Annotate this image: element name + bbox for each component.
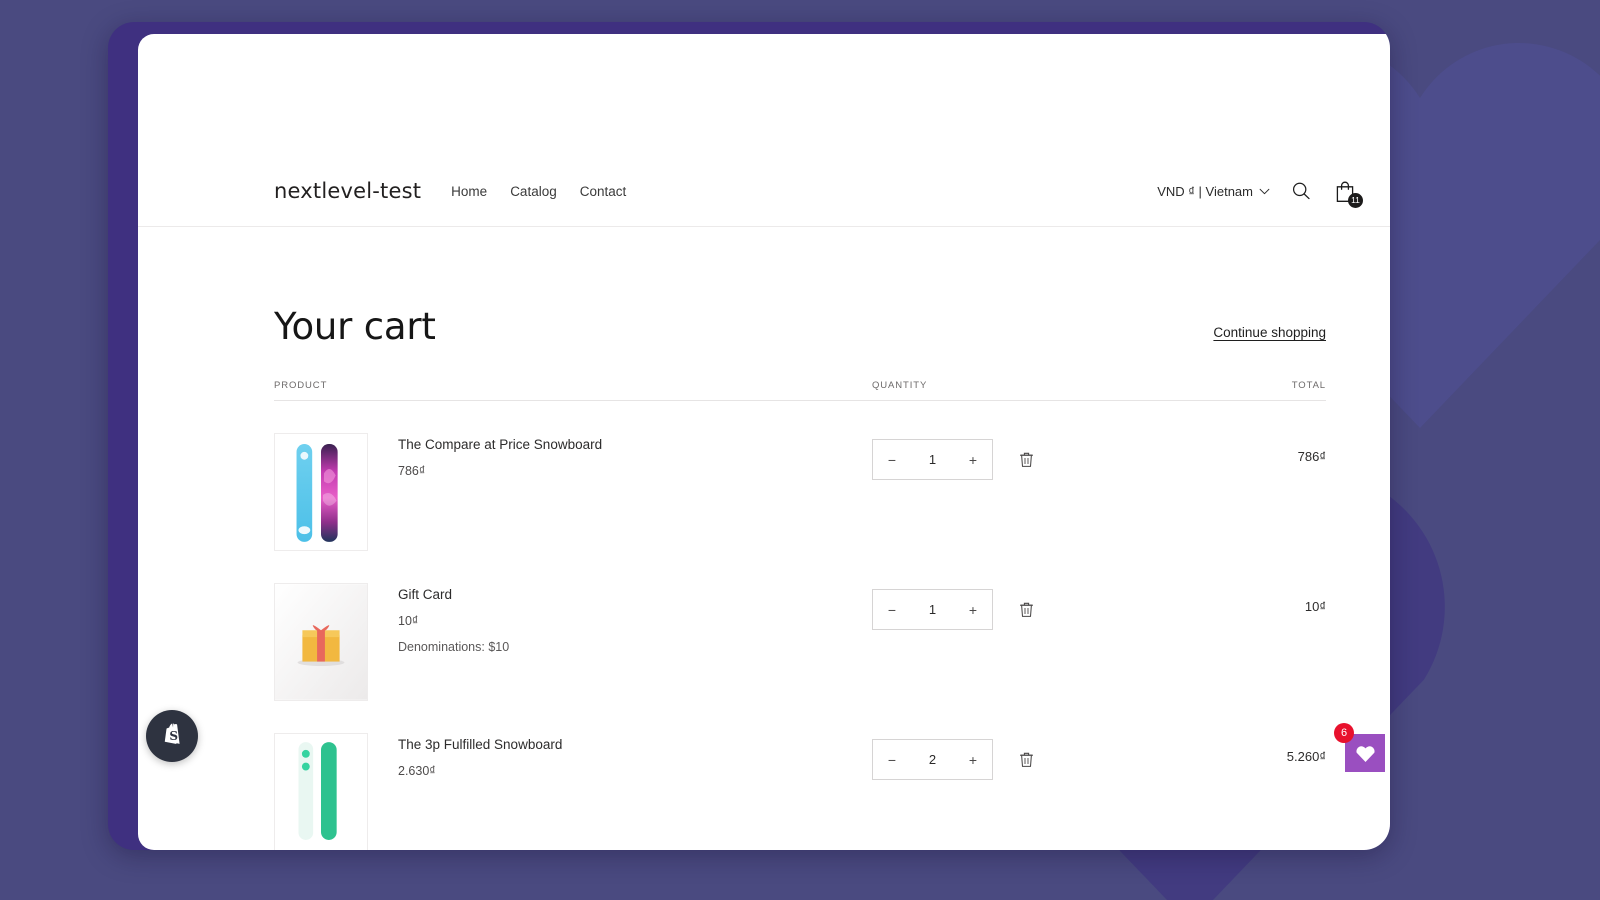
line-item-total: 10₫ — [1304, 599, 1326, 614]
product-cell: The Compare at Price Snowboard 786₫ — [274, 433, 872, 551]
nav-link-contact[interactable]: Contact — [580, 184, 627, 199]
search-button[interactable] — [1288, 178, 1314, 204]
line-item-total: 786₫ — [1297, 449, 1326, 464]
cart-page: Your cart Continue shopping PRODUCT QUAN… — [138, 227, 1390, 850]
wishlist-count-badge: 6 — [1334, 723, 1354, 743]
trash-icon — [1019, 452, 1033, 467]
product-price: 2.630₫ — [398, 764, 436, 778]
site-logo[interactable]: nextlevel-test — [274, 179, 421, 203]
product-thumbnail[interactable] — [274, 433, 368, 551]
product-info: The Compare at Price Snowboard 786₫ — [398, 433, 602, 551]
remove-item-button[interactable] — [1017, 450, 1035, 470]
line-item-total: 5.260₫ — [1286, 749, 1326, 764]
svg-text:S: S — [169, 729, 178, 743]
cart-table-header: PRODUCT QUANTITY TOTAL — [274, 380, 1326, 401]
quantity-stepper: − 1 + — [872, 589, 993, 630]
product-info: Gift Card 10₫ Denominations: $10 — [398, 583, 509, 701]
remove-item-button[interactable] — [1017, 750, 1035, 770]
cart-items-table: PRODUCT QUANTITY TOTAL The Compare at Pr… — [274, 380, 1358, 850]
product-price: 786₫ — [398, 464, 426, 478]
product-title[interactable]: The 3p Fulfilled Snowboard — [398, 737, 562, 752]
quantity-stepper: − 2 + — [872, 739, 993, 780]
page-title: Your cart — [274, 305, 436, 348]
quantity-increase-button[interactable]: + — [954, 440, 992, 479]
quantity-decrease-button[interactable]: − — [873, 740, 911, 779]
trash-icon — [1019, 602, 1033, 617]
cart-count-badge: 11 — [1348, 193, 1363, 208]
locale-label: VND ₫ | Vietnam — [1157, 183, 1253, 199]
currency-country-selector[interactable]: VND ₫ | Vietnam — [1157, 184, 1270, 199]
snowboard-blue-pink-image — [275, 434, 367, 550]
nav-link-catalog[interactable]: Catalog — [510, 184, 557, 199]
main-navigation: Home Catalog Contact — [451, 184, 626, 199]
site-header: nextlevel-test Home Catalog Contact VND … — [138, 34, 1390, 227]
heart-icon — [1355, 745, 1375, 762]
shopify-logo-icon: S — [164, 723, 180, 744]
wishlist-button[interactable]: 6 — [1334, 723, 1385, 772]
browser-window-frame: nextlevel-test Home Catalog Contact VND … — [108, 22, 1390, 850]
product-title[interactable]: The Compare at Price Snowboard — [398, 437, 602, 452]
trash-icon — [1019, 752, 1033, 767]
cart-line-item: The Compare at Price Snowboard 786₫ − 1 … — [274, 401, 1326, 551]
continue-shopping-link[interactable]: Continue shopping — [1213, 325, 1326, 340]
cart-line-item: Gift Card 10₫ Denominations: $10 − 1 + 1… — [274, 551, 1326, 701]
cart-button[interactable]: 11 — [1332, 178, 1363, 208]
page-viewport: nextlevel-test Home Catalog Contact VND … — [138, 34, 1390, 850]
quantity-increase-button[interactable]: + — [954, 590, 992, 629]
quantity-cell: − 1 + — [872, 433, 1155, 480]
chevron-down-icon — [1259, 188, 1270, 194]
search-icon — [1292, 182, 1310, 200]
remove-item-button[interactable] — [1017, 600, 1035, 620]
product-price: 10₫ — [398, 614, 419, 628]
shopify-chat-button[interactable]: S — [146, 710, 198, 762]
quantity-increase-button[interactable]: + — [954, 740, 992, 779]
quantity-value[interactable]: 1 — [911, 602, 954, 617]
quantity-cell: − 1 + — [872, 583, 1155, 630]
nav-link-home[interactable]: Home — [451, 184, 487, 199]
quantity-stepper: − 1 + — [872, 439, 993, 480]
quantity-value[interactable]: 2 — [911, 752, 954, 767]
quantity-value[interactable]: 1 — [911, 452, 954, 467]
header-actions: VND ₫ | Vietnam 11 — [1157, 178, 1363, 208]
product-title[interactable]: Gift Card — [398, 587, 509, 602]
product-variant: Denominations: $10 — [398, 640, 510, 654]
column-header-quantity: QUANTITY — [872, 380, 928, 391]
gift-card-image — [275, 584, 367, 700]
cart-page-header: Your cart Continue shopping — [274, 305, 1358, 348]
column-header-total: TOTAL — [1291, 380, 1326, 391]
product-thumbnail[interactable] — [274, 733, 368, 850]
quantity-decrease-button[interactable]: − — [873, 440, 911, 479]
product-info: The 3p Fulfilled Snowboard 2.630₫ — [398, 733, 562, 850]
product-cell: The 3p Fulfilled Snowboard 2.630₫ — [274, 733, 872, 850]
quantity-cell: − 2 + — [872, 733, 1155, 780]
cart-line-item: The 3p Fulfilled Snowboard 2.630₫ − 2 + — [274, 701, 1326, 850]
snowboard-green-image — [275, 734, 367, 850]
product-thumbnail[interactable] — [274, 583, 368, 701]
column-header-product: PRODUCT — [274, 380, 328, 391]
desktop-backdrop: nextlevel-test Home Catalog Contact VND … — [0, 0, 1600, 900]
quantity-decrease-button[interactable]: − — [873, 590, 911, 629]
product-cell: Gift Card 10₫ Denominations: $10 — [274, 583, 872, 701]
